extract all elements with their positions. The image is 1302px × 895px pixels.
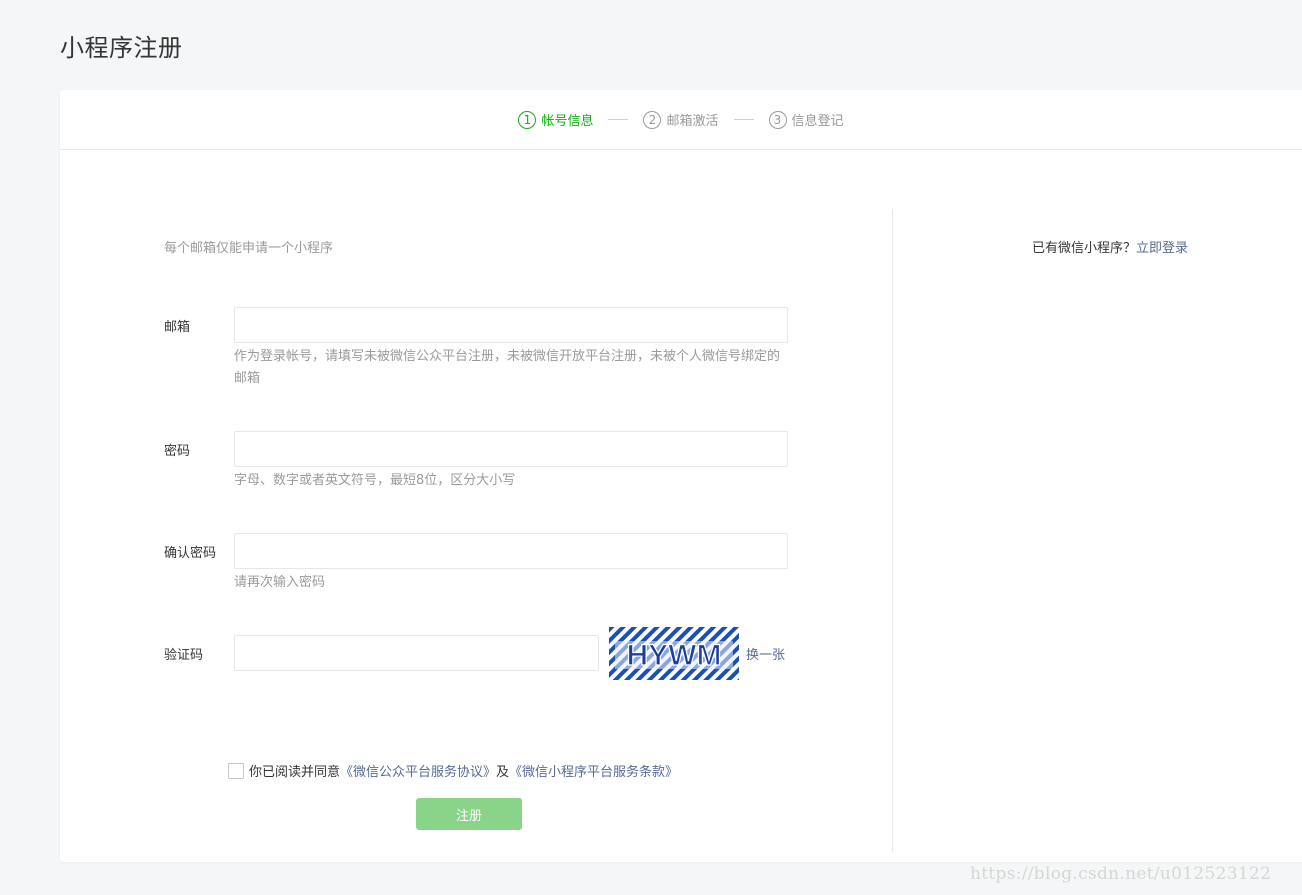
captcha-field[interactable] — [234, 635, 599, 671]
watermark: https://blog.csdn.net/u012523122 — [970, 864, 1272, 884]
step-email-activation: 2 邮箱激活 — [643, 110, 719, 129]
confirm-password-hint: 请再次输入密码 — [234, 575, 326, 590]
agreement-prefix: 你已阅读并同意 — [249, 765, 341, 780]
step-account-info: 1 帐号信息 — [518, 110, 593, 129]
email-hint: 作为登录帐号，请填写未被微信公众平台注册，未被微信开放平台注册，未被个人微信号绑… — [234, 349, 781, 386]
step-number: 1 — [518, 110, 537, 129]
page-title: 小程序注册 — [60, 34, 183, 62]
step-number: 3 — [768, 110, 787, 129]
vertical-divider — [892, 209, 893, 852]
login-prompt-text: 已有微信小程序？ — [1032, 241, 1137, 256]
step-info-registration: 3 信息登记 — [768, 110, 844, 129]
agreement-checkbox[interactable] — [228, 762, 244, 779]
step-label: 邮箱激活 — [666, 114, 719, 129]
confirm-password-field[interactable] — [234, 533, 788, 569]
captcha-label: 验证码 — [164, 648, 204, 663]
confirm-password-label: 确认密码 — [164, 546, 217, 561]
captcha-text: HYWM — [627, 639, 722, 672]
email-label: 邮箱 — [164, 320, 191, 335]
step-label: 帐号信息 — [541, 114, 594, 129]
service-terms-link[interactable]: 《微信小程序平台服务条款》 — [509, 761, 678, 780]
step-label: 信息登记 — [791, 114, 844, 129]
captcha-refresh-link[interactable]: 换一张 — [746, 644, 785, 663]
step-separator — [608, 119, 629, 120]
captcha-image[interactable]: HYWM — [609, 627, 739, 680]
form-tip: 每个邮箱仅能申请一个小程序 — [164, 241, 334, 256]
password-hint: 字母、数字或者英文符号，最短8位，区分大小写 — [234, 473, 516, 488]
register-button[interactable]: 注册 — [416, 798, 522, 830]
agreement-middle: 及 — [496, 765, 510, 780]
email-field[interactable] — [234, 307, 788, 343]
password-field[interactable] — [234, 431, 788, 467]
step-number: 2 — [643, 110, 662, 129]
service-agreement-link[interactable]: 《微信公众平台服务协议》 — [340, 761, 496, 780]
agreement-row: 你已阅读并同意 《微信公众平台服务协议》 及 《微信小程序平台服务条款》 — [228, 761, 678, 780]
step-separator — [733, 119, 754, 120]
login-link[interactable]: 立即登录 — [1136, 241, 1188, 256]
register-card: 1 帐号信息 2 邮箱激活 3 信息登记 每个邮箱仅能申请一个小程序 已有微信小… — [60, 90, 1302, 862]
login-prompt: 已有微信小程序？立即登录 — [1032, 237, 1188, 256]
step-indicator: 1 帐号信息 2 邮箱激活 3 信息登记 — [60, 90, 1302, 150]
password-label: 密码 — [164, 444, 191, 459]
